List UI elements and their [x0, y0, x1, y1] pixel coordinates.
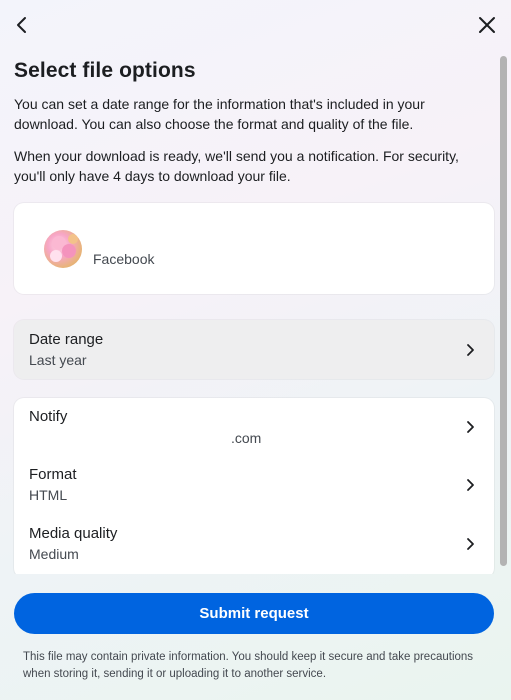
date-range-value: Last year: [29, 352, 87, 368]
media-quality-row[interactable]: Media quality Medium: [14, 515, 494, 574]
chevron-right-icon: [467, 344, 474, 356]
back-button[interactable]: [7, 10, 37, 40]
chevron-left-icon: [17, 17, 26, 33]
format-label: Format: [29, 466, 77, 483]
date-range-label: Date range: [29, 331, 104, 348]
notify-label: Notify: [29, 408, 68, 425]
notify-row[interactable]: Notify .com: [14, 398, 494, 456]
close-button[interactable]: [472, 10, 502, 40]
scrollbar-thumb[interactable]: [500, 56, 507, 566]
notify-value: .com: [231, 430, 262, 446]
footer: Submit request This file may contain pri…: [0, 574, 511, 700]
profile-card: Facebook: [14, 203, 494, 294]
top-bar: [0, 0, 511, 50]
avatar: [44, 230, 82, 268]
privacy-disclaimer: This file may contain private informatio…: [23, 651, 474, 680]
file-options-content: Select file options You can set a date r…: [0, 50, 499, 574]
media-quality-label: Media quality: [29, 525, 118, 542]
settings-card: Notify .com Format HTML Media quality Me…: [14, 398, 494, 574]
profile-name: Facebook: [93, 251, 155, 267]
submit-request-button[interactable]: Submit request: [14, 593, 494, 634]
format-row[interactable]: Format HTML: [14, 456, 494, 515]
chevron-right-icon: [467, 421, 474, 433]
format-value: HTML: [29, 487, 68, 503]
close-icon: [479, 17, 495, 33]
chevron-right-icon: [467, 479, 474, 491]
description-notification: When your download is ready, we'll send …: [14, 148, 459, 184]
scrollbar[interactable]: [500, 52, 508, 572]
date-range-card: Date range Last year: [14, 320, 494, 379]
media-quality-value: Medium: [29, 546, 79, 562]
page-title: Select file options: [14, 59, 196, 82]
date-range-row[interactable]: Date range Last year: [14, 320, 494, 379]
description-date-range: You can set a date range for the informa…: [14, 96, 425, 132]
chevron-right-icon: [467, 538, 474, 550]
